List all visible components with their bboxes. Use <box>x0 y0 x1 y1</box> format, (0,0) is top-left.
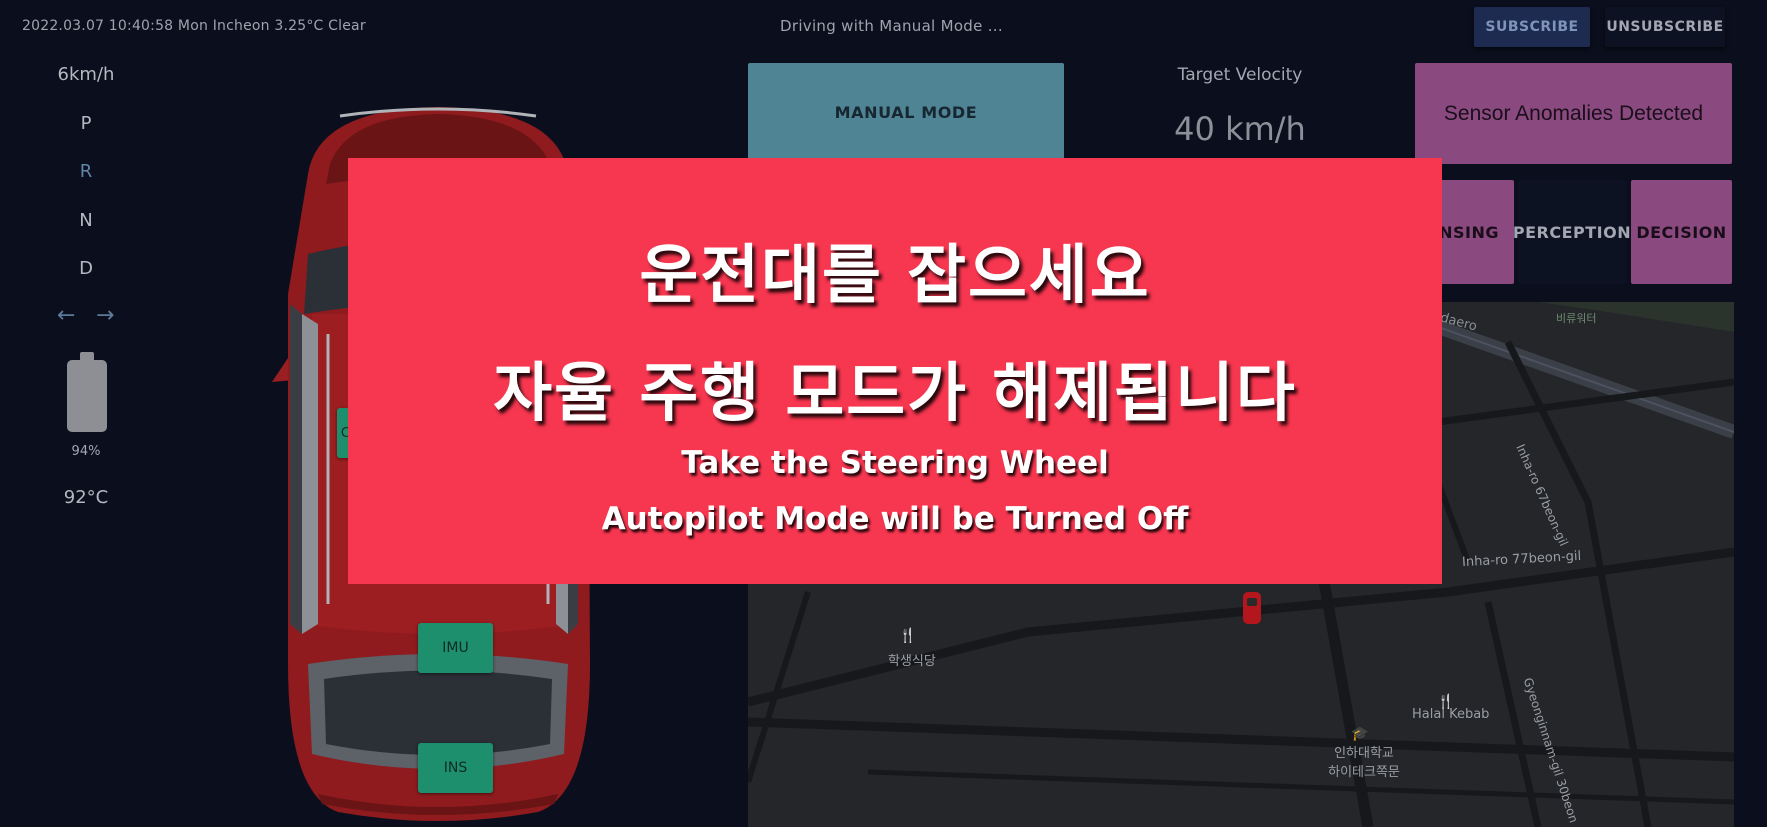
sensor-chip-ins-label: INS <box>443 760 468 776</box>
map-label-university: 인하대학교 하이테크쪽문 <box>1326 742 1402 780</box>
alert-korean-line1: 운전대를 잡으세요 <box>639 239 1151 313</box>
svg-text:🍴: 🍴 <box>899 627 916 644</box>
pipeline-decision[interactable]: DECISION <box>1631 180 1732 284</box>
temperature-readout: 92°C <box>63 487 109 508</box>
map-label-university-line1: 인하대학교 <box>1334 746 1394 761</box>
map-label-park: 비류워터 <box>1556 312 1597 325</box>
manual-mode-card[interactable]: MANUAL MODE <box>748 63 1064 161</box>
battery-percent: 94% <box>71 444 101 459</box>
alert-korean-line2: 자율 주행 모드가 해제됩니다 <box>493 357 1297 431</box>
target-velocity-label: Target Velocity <box>1177 65 1303 85</box>
speed-readout: 6km/h <box>57 64 115 85</box>
subscribe-button[interactable]: SUBSCRIBE <box>1474 7 1590 47</box>
battery-icon <box>67 360 107 432</box>
sensor-anomalies-label: Sensor Anomalies Detected <box>1443 101 1704 125</box>
gear-d: D <box>79 258 93 279</box>
alert-english-line2: Autopilot Mode will be Turned Off <box>601 501 1189 537</box>
sensor-anomalies-card[interactable]: Sensor Anomalies Detected <box>1415 63 1732 164</box>
map-label-halal-kebab: Halal Kebab <box>1412 707 1490 722</box>
gear-p: P <box>80 113 92 134</box>
sensor-chip-ins[interactable]: INS <box>418 743 493 793</box>
map-label-cafeteria: 학생식당 <box>888 654 936 669</box>
alert-english-line1: Take the Steering Wheel <box>681 445 1109 481</box>
map-label-university-line2: 하이테크쪽문 <box>1328 765 1400 780</box>
target-velocity-value: 40 km/h <box>1174 110 1306 148</box>
manual-mode-label: MANUAL MODE <box>834 102 978 122</box>
pipeline-decision-label: DECISION <box>1636 222 1727 242</box>
arrow-left-icon: ← <box>57 303 76 328</box>
gear-r: R <box>79 161 93 182</box>
ego-vehicle-marker <box>1243 592 1261 624</box>
gear-n: N <box>79 210 93 231</box>
sensor-chip-imu-label: IMU <box>442 640 469 656</box>
pipeline-perception[interactable]: PERCEPTION <box>1513 180 1631 284</box>
takeover-alert-banner: 운전대를 잡으세요 자율 주행 모드가 해제됩니다 Take the Steer… <box>348 158 1442 584</box>
arrow-right-icon: → <box>96 303 115 328</box>
driving-status: Driving with Manual Mode ... <box>780 17 1003 35</box>
pipeline-perception-label: PERCEPTION <box>1512 222 1632 242</box>
datetime-weather: 2022.03.07 10:40:58 Mon Incheon 3.25°C C… <box>22 18 366 34</box>
svg-text:🎓: 🎓 <box>1351 726 1368 742</box>
unsubscribe-button[interactable]: UNSUBSCRIBE <box>1605 7 1725 47</box>
sensor-chip-imu[interactable]: IMU <box>418 623 493 673</box>
